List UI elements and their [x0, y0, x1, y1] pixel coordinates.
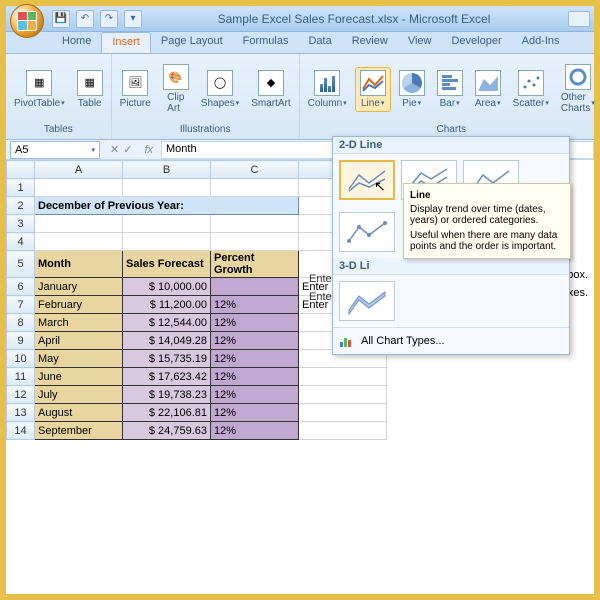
line-chart-button[interactable]: Line▾ [355, 67, 391, 112]
line-option-1[interactable] [339, 160, 395, 200]
group-charts-label: Charts [437, 122, 466, 137]
area-chart-button[interactable]: Area▾ [471, 68, 505, 111]
clipart-button[interactable]: 🎨Clip Art [159, 62, 193, 116]
enter-icon[interactable]: ✓ [123, 143, 132, 156]
window-title: Sample Excel Sales Forecast.xlsx - Micro… [142, 12, 566, 26]
scatter-chart-button[interactable]: Scatter▾ [509, 68, 553, 111]
other-charts-button[interactable]: Other Charts▾ [557, 62, 599, 116]
instr-suffix-1: box. [567, 269, 588, 281]
col-header-b[interactable]: B [123, 161, 211, 179]
tab-home[interactable]: Home [52, 32, 101, 53]
group-tables-label: Tables [44, 122, 73, 137]
tab-formulas[interactable]: Formulas [233, 32, 299, 53]
save-icon[interactable]: 💾 [52, 10, 70, 28]
title-bar: 💾 ↶ ↷ ▾ Sample Excel Sales Forecast.xlsx… [6, 6, 594, 32]
table-button[interactable]: ▦Table [73, 68, 107, 111]
line-tooltip: Line Display trend over time (dates, yea… [403, 183, 571, 259]
col-header-c[interactable]: C [211, 161, 299, 179]
qat-more-icon[interactable]: ▾ [124, 10, 142, 28]
tab-review[interactable]: Review [342, 32, 398, 53]
office-button[interactable] [10, 4, 44, 38]
tab-view[interactable]: View [398, 32, 442, 53]
dropdown-section-2d: 2-D Line [333, 137, 569, 154]
tab-developer[interactable]: Developer [441, 32, 511, 53]
tab-add-ins[interactable]: Add-Ins [512, 32, 570, 53]
pivottable-button[interactable]: ▦PivotTable▾ [10, 68, 69, 111]
tab-page-layout[interactable]: Page Layout [151, 32, 233, 53]
smartart-button[interactable]: ◆SmartArt [247, 68, 294, 111]
redo-icon[interactable]: ↷ [100, 10, 118, 28]
column-chart-button[interactable]: Column▾ [304, 68, 351, 111]
line-option-4[interactable] [339, 212, 395, 252]
shapes-button[interactable]: ◯Shapes▾ [197, 68, 243, 111]
undo-icon[interactable]: ↶ [76, 10, 94, 28]
minimize-button[interactable] [568, 11, 590, 27]
header-label[interactable]: December of Previous Year: [35, 197, 299, 215]
dropdown-section-3d: 3-D Li [333, 258, 569, 275]
group-illustrations-label: Illustrations [180, 122, 231, 137]
tab-data[interactable]: Data [298, 32, 341, 53]
pie-chart-button[interactable]: Pie▾ [395, 68, 429, 111]
line-chart-dropdown: 2-D Line Line Display trend over time (d… [332, 136, 570, 355]
ribbon: ▦PivotTable▾ ▦Table Tables 🖼Picture 🎨Cli… [6, 54, 594, 140]
col-header-a[interactable]: A [35, 161, 123, 179]
bar-chart-button[interactable]: Bar▾ [433, 68, 467, 111]
line-3d-option[interactable] [339, 281, 395, 321]
cancel-icon[interactable]: ✕ [110, 143, 119, 156]
tab-insert[interactable]: Insert [101, 32, 151, 53]
picture-button[interactable]: 🖼Picture [116, 68, 155, 111]
all-chart-types-button[interactable]: All Chart Types... [333, 327, 569, 354]
name-box[interactable]: A5▾ [10, 141, 100, 159]
ribbon-tabs: Home Insert Page Layout Formulas Data Re… [6, 32, 594, 54]
fx-icon[interactable]: fx [144, 144, 153, 156]
